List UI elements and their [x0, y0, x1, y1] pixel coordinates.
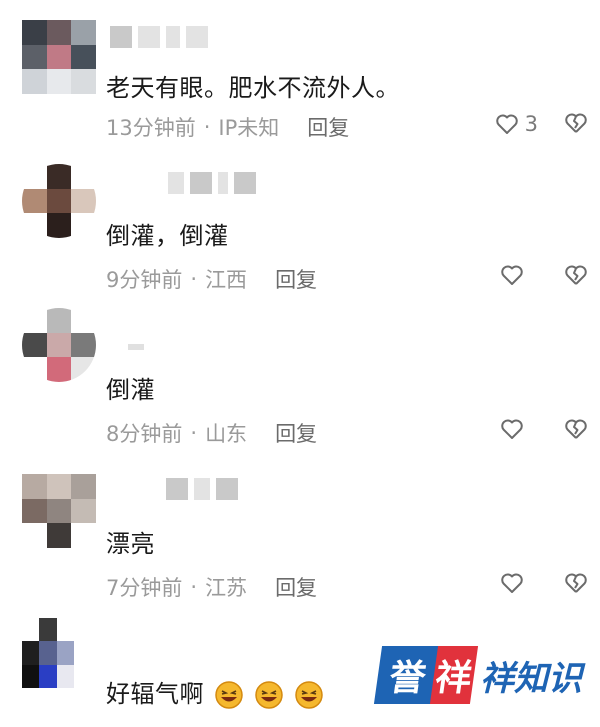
avatar[interactable]	[22, 308, 96, 382]
comment-location: 江西	[205, 268, 248, 292]
broken-heart-icon	[565, 419, 587, 439]
dislike-button[interactable]	[564, 112, 588, 138]
comment-text: 倒灌，倒灌	[106, 222, 229, 250]
heart-outline-icon	[501, 265, 523, 285]
username-blurred[interactable]	[168, 172, 256, 194]
username-blurred[interactable]	[166, 478, 238, 500]
comment-time: 9分钟前	[106, 268, 183, 292]
meta-separator: ·	[190, 267, 198, 291]
comment-meta: 8分钟前 · 山东 回复	[106, 418, 317, 448]
meta-separator: ·	[203, 115, 211, 139]
comment-text: 漂亮	[106, 530, 155, 558]
comment-text: 好辐气啊	[106, 674, 324, 710]
comment-text: 倒灌	[106, 376, 155, 404]
like-button[interactable]	[500, 418, 524, 440]
dislike-button[interactable]	[564, 264, 588, 290]
reply-button[interactable]: 回复	[275, 572, 317, 602]
laughing-emoji-icon	[215, 681, 243, 709]
comment-location: 山东	[205, 422, 248, 446]
heart-outline-icon	[501, 419, 523, 439]
meta-separator: ·	[190, 421, 198, 445]
reply-button[interactable]: 回复	[307, 112, 349, 142]
broken-heart-icon	[565, 265, 587, 285]
heart-outline-icon	[501, 573, 523, 593]
meta-separator: ·	[190, 575, 198, 599]
comment-text-content: 好辐气啊	[106, 680, 204, 708]
avatar[interactable]	[22, 20, 96, 94]
laughing-emoji-icon	[255, 681, 284, 709]
avatar[interactable]	[22, 618, 74, 688]
comment-location: 江苏	[205, 576, 248, 600]
watermark-text: 祥知识	[480, 658, 582, 699]
username-blurred[interactable]	[128, 344, 144, 350]
watermark-logo: 誉 祥 祥知识	[373, 646, 582, 704]
comment-time: 7分钟前	[106, 576, 183, 600]
reply-button[interactable]: 回复	[275, 264, 317, 294]
dislike-button[interactable]	[564, 572, 588, 598]
comment-location: IP未知	[218, 116, 280, 140]
like-button[interactable]: 3	[495, 112, 538, 136]
broken-heart-icon	[565, 113, 587, 133]
broken-heart-icon	[565, 573, 587, 593]
heart-outline-icon	[495, 114, 518, 134]
username-blurred[interactable]	[110, 26, 208, 48]
comment-time: 8分钟前	[106, 422, 183, 446]
like-button[interactable]	[500, 572, 524, 594]
dislike-button[interactable]	[564, 418, 588, 444]
like-button[interactable]	[500, 264, 524, 286]
comment-text: 老天有眼。肥水不流外人。	[106, 74, 400, 102]
comment-meta: 7分钟前 · 江苏 回复	[106, 572, 317, 602]
avatar[interactable]	[22, 474, 96, 548]
avatar[interactable]	[22, 164, 96, 238]
comment-meta: 13分钟前 · IP未知 回复	[106, 112, 349, 142]
like-count: 3	[524, 112, 538, 136]
reply-button[interactable]: 回复	[275, 418, 317, 448]
laughing-emoji-icon	[295, 681, 324, 709]
watermark-mark: 祥	[429, 646, 479, 704]
comment-time: 13分钟前	[106, 116, 196, 140]
comment-meta: 9分钟前 · 江西 回复	[106, 264, 317, 294]
